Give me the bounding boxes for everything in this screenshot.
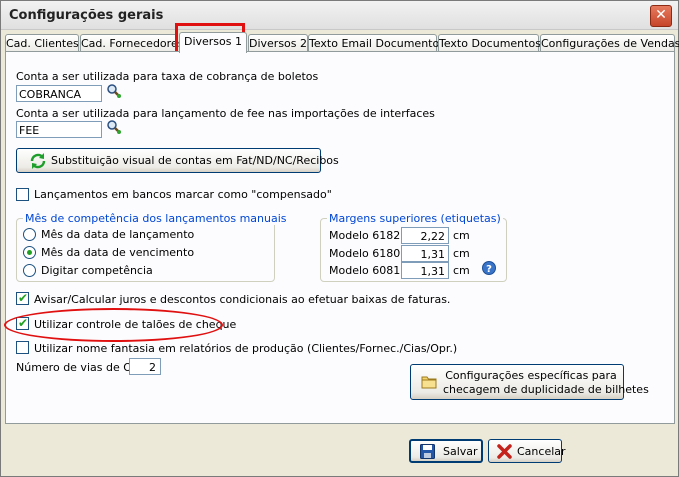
close-icon: ✕ [655, 7, 667, 23]
cancel-button[interactable]: Cancelar [488, 439, 566, 463]
compensado-checkbox[interactable] [16, 188, 29, 201]
margem-unit: cm [453, 229, 470, 242]
tab-label: Texto Email Documentos [309, 37, 445, 50]
radio-data-vencimento[interactable] [23, 246, 36, 259]
margem-modelo-label: Modelo 6182 [329, 229, 401, 242]
compensado-label: Lançamentos em bancos marcar como "compe… [34, 188, 332, 201]
save-button[interactable]: Salvar [409, 439, 483, 463]
check-icon: ✔ [18, 291, 29, 305]
margem-unit: cm [453, 264, 470, 277]
margem-modelo-input[interactable]: 2,22 [401, 227, 449, 244]
window-title: Configurações gerais [9, 8, 164, 23]
duplicidade-button-line1: Configurações específicas para [445, 369, 617, 382]
tab-label: Configurações de Vendas [541, 37, 679, 50]
vias-op-input[interactable]: 2 [129, 358, 161, 375]
radio-data-vencimento-label: Mês da data de vencimento [41, 246, 195, 259]
substituicao-contas-button[interactable]: Substituição visual de contas em Fat/ND/… [16, 148, 339, 173]
margem-modelo-label: Modelo 6081 [329, 264, 401, 277]
radio-digitar-competencia[interactable] [23, 264, 36, 277]
boletos-account-label: Conta a ser utilizada para taxa de cobra… [16, 70, 319, 83]
help-icon[interactable]: ? [482, 261, 496, 275]
search-icon[interactable] [106, 119, 122, 135]
fantasia-checkbox[interactable] [16, 341, 29, 354]
tab-cad-clientes[interactable]: Cad. Clientes [5, 34, 79, 52]
svg-text:?: ? [486, 264, 492, 275]
taloes-highlight-annotation [4, 308, 223, 342]
tab-diversos-1[interactable]: Diversos 1 [179, 32, 247, 53]
competencia-legend: Mês de competência dos lançamentos manua… [23, 212, 289, 225]
margens-legend: Margens superiores (etiquetas) [327, 212, 503, 225]
margens-group: Margens superiores (etiquetas) Modelo 61… [320, 212, 507, 282]
floppy-disk-icon [420, 444, 435, 459]
tab-cad-fornecedores[interactable]: Cad. Fornecedores [80, 34, 183, 52]
duplicidade-config-button[interactable]: Configurações específicas para checagem … [410, 364, 649, 400]
title-bar: Configurações gerais ✕ [1, 1, 678, 30]
fee-account-label: Conta a ser utilizada para lançamento de… [16, 107, 435, 120]
margem-unit: cm [453, 247, 470, 260]
tab-label: Cad. Clientes [6, 37, 79, 50]
radio-data-lancamento[interactable] [23, 228, 36, 241]
tab-label: Diversos 2 [249, 37, 308, 50]
tab-diversos-2[interactable]: Diversos 2 [248, 34, 308, 52]
margem-modelo-input[interactable]: 1,31 [401, 245, 449, 262]
margem-modelo-input[interactable]: 1,31 [401, 262, 449, 279]
cancel-button-label: Cancelar [517, 445, 566, 458]
folder-icon [421, 375, 437, 389]
boletos-account-input[interactable]: COBRANCA [16, 85, 102, 102]
refresh-icon [29, 152, 47, 170]
juros-checkbox[interactable]: ✔ [16, 291, 29, 305]
tab-texto-email-documentos[interactable]: Texto Email Documentos [308, 34, 445, 52]
competencia-group: Mês de competência dos lançamentos manua… [16, 212, 289, 282]
substituicao-button-label: Substituição visual de contas em Fat/ND/… [51, 154, 339, 167]
juros-label: Avisar/Calcular juros e descontos condic… [34, 293, 451, 306]
fee-account-input[interactable]: FEE [16, 121, 102, 138]
margem-modelo-label: Modelo 6180 [329, 247, 401, 260]
tab-panel-diversos-1: Conta a ser utilizada para taxa de cobra… [4, 51, 675, 424]
radio-data-lancamento-label: Mês da data de lançamento [41, 228, 195, 241]
radio-digitar-competencia-label: Digitar competência [41, 264, 153, 277]
tab-label: Diversos 1 [183, 35, 242, 48]
search-icon[interactable] [106, 83, 122, 99]
fantasia-label: Utilizar nome fantasia em relatórios de … [34, 342, 458, 355]
settings-window: Configurações gerais ✕ Cad. Clientes Cad… [0, 0, 679, 477]
tab-configuracoes-vendas[interactable]: Configurações de Vendas [540, 34, 679, 52]
close-button[interactable]: ✕ [650, 5, 672, 27]
cancel-x-icon [497, 444, 512, 459]
tab-label: Cad. Fornecedores [81, 37, 184, 50]
duplicidade-button-line2: checagem de duplicidade de bilhetes [443, 383, 649, 396]
tab-label: Texto Documentos [439, 37, 541, 50]
radio-selected-dot [27, 250, 32, 255]
tab-texto-documentos[interactable]: Texto Documentos [438, 34, 541, 52]
vias-op-label: Número de vias de OP [16, 361, 139, 374]
save-button-label: Salvar [443, 445, 478, 458]
